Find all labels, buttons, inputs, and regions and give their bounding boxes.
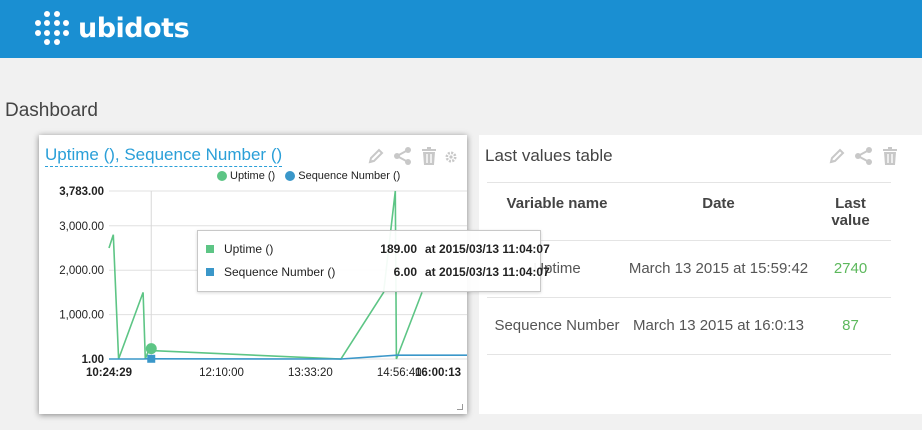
last-values-title: Last values table	[485, 146, 613, 165]
table-widget-toolbar	[828, 147, 898, 170]
x-tick-label: 10:24:29	[86, 367, 132, 379]
brand-logo[interactable]: ubidots	[34, 10, 190, 46]
x-tick-label: 16:00:13	[415, 367, 461, 379]
hover-marker-sequence-number	[147, 354, 156, 363]
column-header-last-value[interactable]: Last value	[810, 182, 891, 241]
tooltip-row-sequence-number: Sequence Number () 6.00 at 2015/03/13 11…	[206, 265, 550, 279]
pencil-icon[interactable]	[828, 147, 846, 170]
tooltip-series-name: Sequence Number ()	[224, 265, 336, 279]
tooltip-row-uptime: Uptime () 189.00 at 2015/03/13 11:04:07	[206, 242, 550, 256]
page-title: Dashboard	[5, 100, 98, 121]
tooltip-value: 189.00	[380, 242, 417, 256]
y-tick-label: 1.00	[82, 354, 104, 366]
y-tick-label: 2,000.00	[59, 265, 104, 277]
hover-marker-uptime	[145, 343, 157, 355]
tooltip-timestamp: at 2015/03/13 11:04:07	[425, 265, 550, 279]
table-header-row: Variable name Date Last value	[487, 182, 891, 241]
y-tick-label: 3,000.00	[59, 221, 104, 233]
tooltip-swatch	[206, 268, 214, 276]
top-navbar: ubidots	[0, 0, 922, 58]
cell-date: March 13 2015 at 16:0:13	[627, 297, 810, 355]
tooltip-series-name: Uptime ()	[224, 242, 274, 256]
cell-variable-name: Sequence Number	[487, 297, 627, 355]
trash-icon[interactable]	[882, 147, 898, 170]
brand-name: ubidots	[78, 12, 190, 44]
cell-last-value: 2740	[810, 240, 891, 298]
resize-handle[interactable]	[457, 404, 463, 410]
tooltip-value: 6.00	[393, 265, 417, 279]
cell-date: March 13 2015 at 15:59:42	[627, 240, 810, 298]
cell-last-value: 87	[810, 297, 891, 355]
x-tick-label: 12:10:00	[199, 367, 244, 379]
x-tick-label: 13:33:20	[288, 367, 333, 379]
share-icon[interactable]	[854, 147, 874, 170]
tooltip-swatch	[206, 245, 214, 253]
y-tick-label: 1,000.00	[59, 310, 104, 322]
column-header-date[interactable]: Date	[627, 182, 810, 241]
table-row: Sequence Number March 13 2015 at 16:0:13…	[487, 297, 891, 355]
tooltip-timestamp: at 2015/03/13 11:04:07	[425, 242, 550, 256]
chart-tooltip: Uptime () 189.00 at 2015/03/13 11:04:07 …	[197, 230, 550, 292]
y-tick-label: 3,783.00	[59, 186, 104, 198]
logo-dots-icon	[35, 11, 69, 45]
